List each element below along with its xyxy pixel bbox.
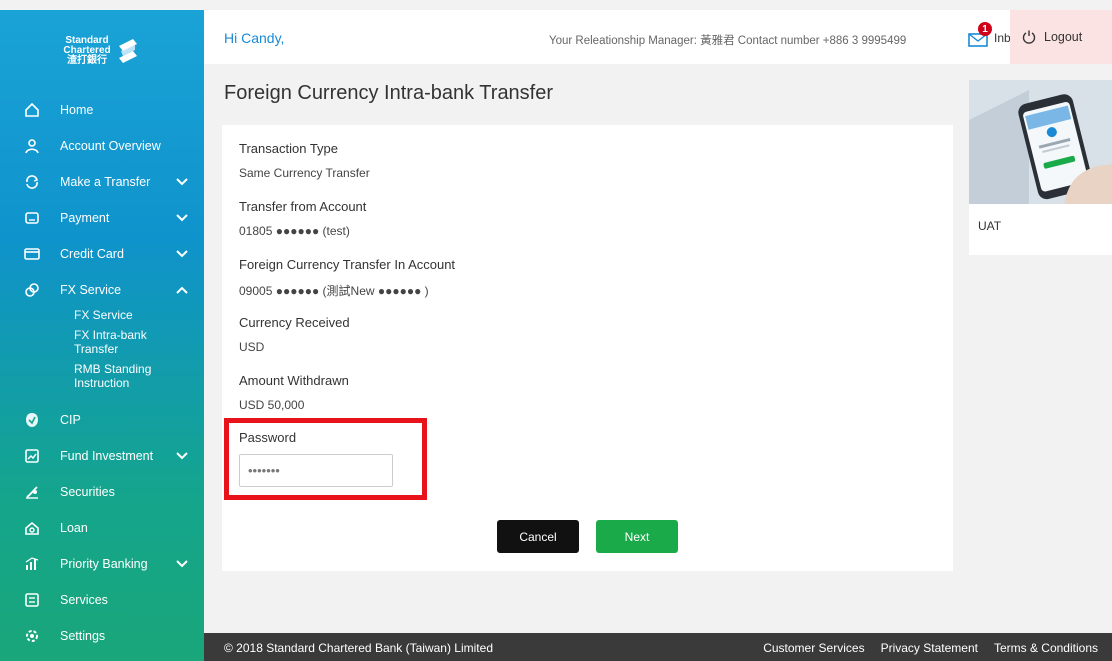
greeting: Hi Candy,	[224, 30, 285, 46]
footer: © 2018 Standard Chartered Bank (Taiwan) …	[204, 633, 1112, 661]
footer-link-privacy-statement[interactable]: Privacy Statement	[881, 641, 978, 655]
sidebar-item-label: FX Service	[60, 283, 122, 297]
settings-icon	[24, 628, 40, 644]
sidebar-item-make-a-transfer[interactable]: Make a Transfer	[0, 164, 204, 200]
sidebar-item-label: Priority Banking	[60, 557, 148, 571]
fx-icon	[24, 282, 40, 298]
field-transfer-from-account: Transfer from Account 01805 ●●●●●● (test…	[239, 199, 366, 238]
logo-mark-icon	[118, 39, 137, 63]
sidebar-nav: Home Account Overview Make a Transfer Pa…	[0, 92, 204, 308]
fund-icon	[24, 448, 40, 464]
chevron-down-icon	[176, 250, 188, 258]
credit-card-icon	[24, 246, 40, 262]
chevron-down-icon	[176, 452, 188, 460]
field-value: Same Currency Transfer	[239, 166, 370, 180]
submenu-item-fx-intra-bank-transfer[interactable]: FX Intra-bank Transfer	[74, 328, 174, 356]
inbox-badge: 1	[978, 22, 992, 36]
sidebar-item-label: Securities	[60, 485, 115, 499]
payment-icon	[24, 210, 40, 226]
securities-icon	[24, 484, 40, 500]
field-label: Transfer from Account	[239, 199, 367, 214]
copyright-text: © 2018 Standard Chartered Bank (Taiwan) …	[224, 641, 493, 655]
transfer-icon	[24, 174, 40, 190]
services-icon	[24, 592, 40, 608]
sidebar-item-label: Loan	[60, 521, 88, 535]
sidebar-item-settings[interactable]: Settings	[0, 618, 204, 654]
highlight-box	[224, 418, 427, 500]
chevron-down-icon	[176, 178, 188, 186]
user-icon	[24, 138, 40, 154]
sidebar-nav-lower: CIP Fund Investment Securities Loan Prio…	[0, 402, 204, 654]
power-icon	[1022, 30, 1036, 44]
relationship-manager-info: Your Releationship Manager: 黃雅君 Contact …	[549, 35, 907, 47]
footer-link-terms-conditions[interactable]: Terms & Conditions	[994, 641, 1098, 655]
submenu-item-rmb-standing-instruction[interactable]: RMB Standing Instruction	[74, 362, 174, 390]
fx-submenu: FX Service FX Intra-bank Transfer RMB St…	[0, 308, 204, 390]
sidebar-item-securities[interactable]: Securities	[0, 474, 204, 510]
sidebar-item-label: Fund Investment	[60, 449, 154, 463]
home-icon	[24, 102, 40, 118]
page-title: Foreign Currency Intra-bank Transfer	[224, 82, 554, 104]
top-bar: Hi Candy, Your Releationship Manager: 黃雅…	[204, 10, 1112, 64]
priority-icon	[24, 556, 40, 572]
field-value: USD 50,000	[239, 398, 305, 412]
cancel-button[interactable]: Cancel	[497, 520, 579, 553]
sidebar-item-label: Account Overview	[60, 139, 161, 153]
phone-illustration-icon	[969, 80, 1112, 204]
bank-logo[interactable]: Standard Chartered 渣打銀行	[0, 10, 204, 92]
chevron-down-icon	[176, 560, 188, 568]
field-transfer-in-account: Foreign Currency Transfer In Account 090…	[239, 257, 455, 299]
sidebar-item-label: Credit Card	[60, 247, 124, 261]
logo-line-3: 渣打銀行	[67, 55, 107, 66]
footer-link-customer-services[interactable]: Customer Services	[763, 641, 864, 655]
cip-icon	[24, 412, 40, 428]
field-currency-received: Currency Received USD	[239, 315, 350, 354]
chevron-down-icon	[176, 214, 188, 222]
sidebar-item-credit-card[interactable]: Credit Card	[0, 236, 204, 272]
field-value: 09005 ●●●●●● (測試New ●●●●●● )	[239, 284, 429, 298]
submenu-item-fx-service[interactable]: FX Service	[74, 308, 204, 322]
sidebar-item-services[interactable]: Services	[0, 582, 204, 618]
sidebar: Standard Chartered 渣打銀行 Home Account Ove…	[0, 10, 204, 661]
chevron-up-icon	[176, 286, 188, 294]
promo-image	[969, 80, 1112, 204]
sidebar-item-label: CIP	[60, 413, 81, 427]
sidebar-item-label: Payment	[60, 211, 110, 225]
field-value: USD	[239, 340, 265, 354]
field-label: Currency Received	[239, 315, 350, 330]
sidebar-item-label: Make a Transfer	[60, 175, 151, 189]
promo-card[interactable]: UAT	[969, 80, 1112, 255]
sidebar-item-priority-banking[interactable]: Priority Banking	[0, 546, 204, 582]
footer-links: Customer Services Privacy Statement Term…	[763, 641, 1098, 655]
transfer-form-card: Transaction Type Same Currency Transfer …	[222, 125, 953, 571]
logout-label: Logout	[1044, 30, 1083, 44]
field-amount-withdrawn: Amount Withdrawn USD 50,000	[239, 373, 349, 412]
field-label: Amount Withdrawn	[239, 373, 349, 388]
sidebar-item-loan[interactable]: Loan	[0, 510, 204, 546]
promo-label: UAT	[978, 219, 1002, 233]
field-label: Foreign Currency Transfer In Account	[239, 257, 456, 272]
sidebar-item-fund-investment[interactable]: Fund Investment	[0, 438, 204, 474]
logout-button[interactable]: Logout	[1010, 10, 1112, 64]
field-label: Transaction Type	[239, 141, 338, 156]
field-value: 01805 ●●●●●● (test)	[239, 224, 350, 238]
field-transaction-type: Transaction Type Same Currency Transfer	[239, 141, 370, 180]
sidebar-item-payment[interactable]: Payment	[0, 200, 204, 236]
sidebar-item-account-overview[interactable]: Account Overview	[0, 128, 204, 164]
sidebar-item-label: Home	[60, 103, 94, 117]
sidebar-item-fx-service[interactable]: FX Service	[0, 272, 204, 308]
loan-icon	[24, 520, 40, 536]
sidebar-item-label: Services	[60, 593, 108, 607]
sidebar-item-cip[interactable]: CIP	[0, 402, 204, 438]
next-button[interactable]: Next	[596, 520, 678, 553]
sidebar-item-label: Settings	[60, 629, 106, 643]
sidebar-item-home[interactable]: Home	[0, 92, 204, 128]
